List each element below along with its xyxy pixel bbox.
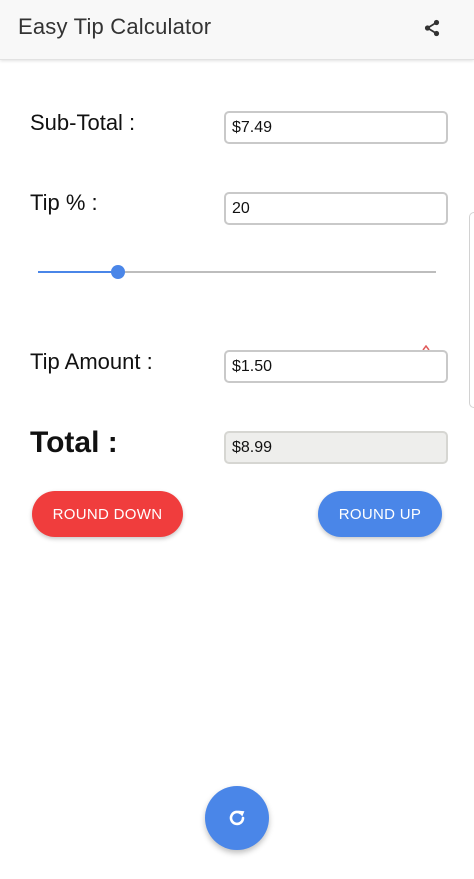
round-down-button[interactable]: ROUND DOWN <box>32 491 183 537</box>
total-output <box>224 431 448 464</box>
share-icon <box>424 19 440 37</box>
reset-fab-button[interactable] <box>205 786 269 850</box>
slider-fill <box>38 271 118 273</box>
tip-amount-input[interactable] <box>224 350 448 383</box>
scroll-edge-indicator <box>469 212 474 408</box>
share-button[interactable] <box>416 12 448 44</box>
refresh-icon <box>229 810 245 826</box>
app-title: Easy Tip Calculator <box>18 14 212 39</box>
round-up-button[interactable]: ROUND UP <box>318 491 442 537</box>
tip-percent-slider[interactable] <box>38 262 436 282</box>
subtotal-label: Sub-Total : <box>30 110 136 135</box>
tip-percent-label: Tip % : <box>30 190 98 215</box>
total-label: Total : <box>30 426 118 459</box>
tip-percent-input[interactable] <box>224 192 448 225</box>
tip-amount-label: Tip Amount : <box>30 349 153 374</box>
slider-thumb[interactable] <box>110 265 125 279</box>
app-bar: Easy Tip Calculator <box>0 0 474 60</box>
subtotal-input[interactable] <box>224 111 448 144</box>
